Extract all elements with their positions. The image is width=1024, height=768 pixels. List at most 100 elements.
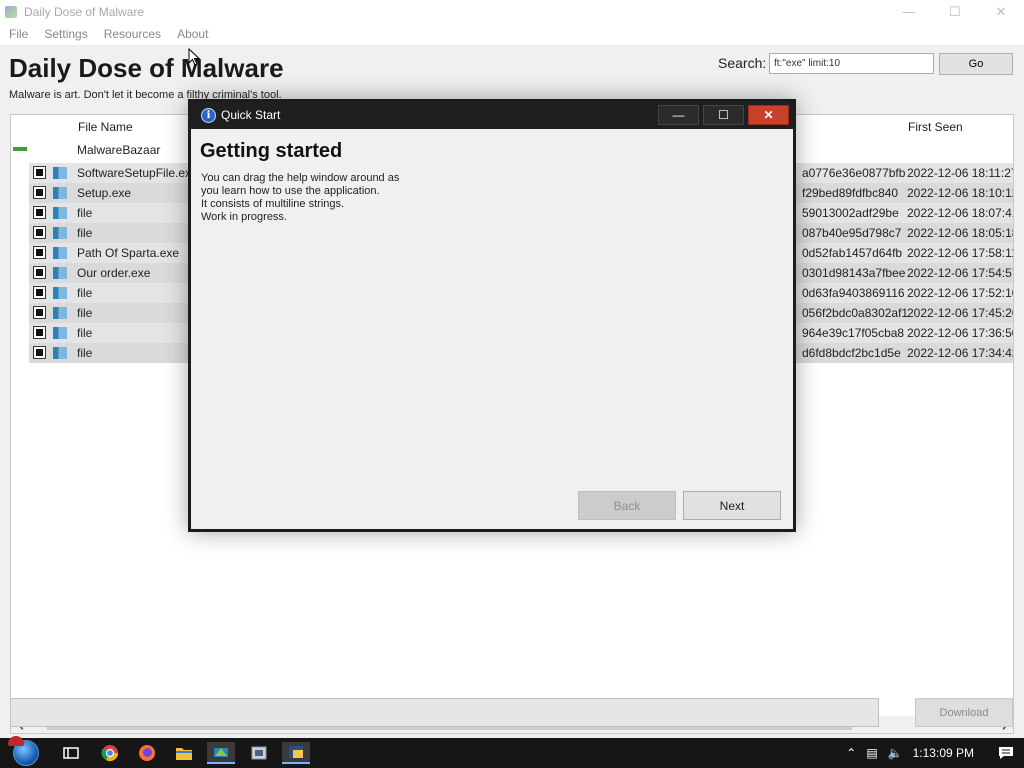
next-button[interactable]: Next bbox=[683, 491, 781, 520]
hash-cell: 0d52fab1457d64fb bbox=[802, 246, 903, 260]
network-icon[interactable]: ▤ bbox=[866, 746, 877, 760]
file-icon bbox=[53, 327, 67, 339]
file-name-cell: file bbox=[77, 206, 93, 220]
first-seen-cell: 2022-12-06 17:52:10 bbox=[907, 286, 1014, 300]
file-name-cell: file bbox=[77, 286, 93, 300]
first-seen-cell: 2022-12-06 17:34:42 bbox=[907, 346, 1014, 360]
hash-cell: 964e39c17f05cba8 bbox=[802, 326, 905, 340]
file-icon bbox=[53, 207, 67, 219]
start-button[interactable] bbox=[6, 736, 46, 768]
dialog-close-button[interactable]: ✕ bbox=[748, 105, 789, 125]
window-title: Daily Dose of Malware bbox=[24, 4, 145, 19]
progress-bar bbox=[10, 698, 879, 727]
firefox-icon[interactable] bbox=[133, 742, 161, 764]
app-icon bbox=[5, 5, 17, 18]
hash-cell: 0301d98143a7fbee bbox=[802, 266, 906, 280]
taskbar: ⌃ ▤ 🔈 1:13:09 PM bbox=[0, 736, 1024, 768]
row-checkbox[interactable] bbox=[33, 306, 46, 319]
file-name-cell: file bbox=[77, 326, 93, 340]
menu-about[interactable]: About bbox=[170, 27, 215, 41]
row-checkbox[interactable] bbox=[33, 266, 46, 279]
search-label: Search: bbox=[718, 55, 767, 71]
file-icon bbox=[53, 307, 67, 319]
first-seen-cell: 2022-12-06 17:54:57 bbox=[907, 266, 1014, 280]
santa-hat-icon bbox=[8, 736, 24, 746]
file-name-cell: SoftwareSetupFile.exe bbox=[77, 166, 189, 180]
file-name-cell: Our order.exe bbox=[77, 266, 151, 280]
info-icon: i bbox=[201, 108, 216, 123]
hash-cell: 056f2bdc0a8302af1 bbox=[802, 306, 909, 320]
column-header-file-name[interactable]: File Name bbox=[78, 115, 133, 139]
task-view-icon[interactable] bbox=[57, 742, 85, 764]
page-title: Daily Dose of Malware bbox=[9, 53, 284, 83]
first-seen-cell: 2022-12-06 17:36:50 bbox=[907, 326, 1014, 340]
dialog-body-line: you learn how to use the application. bbox=[201, 185, 380, 197]
group-label: MalwareBazaar bbox=[77, 143, 161, 157]
first-seen-cell: 2022-12-06 18:07:41 bbox=[907, 206, 1014, 220]
menu-resources[interactable]: Resources bbox=[97, 27, 168, 41]
hash-cell: 087b40e95d798c7 bbox=[802, 226, 902, 240]
chrome-icon[interactable] bbox=[96, 742, 124, 764]
dialog-body-line: Work in progress. bbox=[201, 211, 287, 223]
file-icon bbox=[53, 227, 67, 239]
row-checkbox[interactable] bbox=[33, 186, 46, 199]
first-seen-cell: 2022-12-06 18:10:12 bbox=[907, 186, 1014, 200]
minimize-button[interactable]: — bbox=[886, 0, 932, 23]
file-name-cell: file bbox=[77, 346, 93, 360]
dialog-minimize-button[interactable]: — bbox=[658, 105, 699, 125]
title-bar: Daily Dose of Malware — ☐ ✕ bbox=[0, 0, 1024, 23]
close-button[interactable]: ✕ bbox=[978, 0, 1024, 23]
column-header-first-seen[interactable]: First Seen bbox=[908, 115, 963, 139]
menu-bar: File Settings Resources About bbox=[0, 23, 1024, 45]
file-name-cell: Path Of Sparta.exe bbox=[77, 246, 180, 260]
quick-start-dialog[interactable]: i Quick Start — ☐ ✕ Getting started You … bbox=[188, 99, 796, 532]
row-checkbox[interactable] bbox=[33, 246, 46, 259]
python-icon[interactable] bbox=[282, 742, 310, 764]
go-button[interactable]: Go bbox=[939, 53, 1013, 75]
hash-cell: f29bed89fdfbc840 bbox=[802, 186, 899, 200]
hash-cell: a0776e36e0877bfb bbox=[802, 166, 906, 180]
row-checkbox[interactable] bbox=[33, 226, 46, 239]
window-controls: — ☐ ✕ bbox=[886, 0, 1024, 23]
maximize-button[interactable]: ☐ bbox=[932, 0, 978, 23]
file-explorer-icon[interactable] bbox=[170, 742, 198, 764]
volume-icon[interactable]: 🔈 bbox=[888, 746, 903, 760]
row-checkbox[interactable] bbox=[33, 206, 46, 219]
download-button[interactable]: Download bbox=[915, 698, 1013, 727]
hash-cell: d6fd8bdcf2bc1d5e bbox=[802, 346, 901, 360]
hash-cell: 59013002adf29be bbox=[802, 206, 899, 220]
file-name-cell: Setup.exe bbox=[77, 186, 132, 200]
file-icon bbox=[53, 267, 67, 279]
dialog-title-bar[interactable]: i Quick Start — ☐ ✕ bbox=[191, 102, 793, 129]
group-collapse-indicator[interactable] bbox=[13, 147, 27, 151]
back-button[interactable]: Back bbox=[578, 491, 676, 520]
malware-app-taskbar-icon[interactable] bbox=[207, 742, 235, 764]
show-hidden-icons-icon[interactable]: ⌃ bbox=[846, 746, 856, 760]
dialog-maximize-button[interactable]: ☐ bbox=[703, 105, 744, 125]
menu-settings[interactable]: Settings bbox=[37, 27, 94, 41]
file-name-cell: file bbox=[77, 226, 93, 240]
dialog-title: Quick Start bbox=[221, 108, 281, 122]
row-checkbox[interactable] bbox=[33, 286, 46, 299]
first-seen-cell: 2022-12-06 18:11:27 bbox=[907, 166, 1014, 180]
first-seen-cell: 2022-12-06 17:58:11 bbox=[907, 246, 1014, 260]
row-checkbox[interactable] bbox=[33, 326, 46, 339]
first-seen-cell: 2022-12-06 17:45:26 bbox=[907, 306, 1014, 320]
tool-app-icon[interactable] bbox=[245, 742, 273, 764]
windows-logo-icon bbox=[8, 736, 39, 766]
dialog-body: You can drag the help window around as y… bbox=[201, 172, 399, 224]
row-checkbox[interactable] bbox=[33, 166, 46, 179]
action-center-icon[interactable] bbox=[988, 738, 1024, 768]
hash-cell: 0d63fa9403869116 bbox=[802, 286, 905, 300]
system-tray: ⌃ ▤ 🔈 1:13:09 PM bbox=[846, 738, 1024, 768]
file-icon bbox=[53, 287, 67, 299]
file-name-cell: file bbox=[77, 306, 93, 320]
search-input[interactable] bbox=[769, 53, 934, 74]
dialog-body-line: It consists of multiline strings. bbox=[201, 198, 345, 210]
file-icon bbox=[53, 347, 67, 359]
file-icon bbox=[53, 187, 67, 199]
row-checkbox[interactable] bbox=[33, 346, 46, 359]
clock[interactable]: 1:13:09 PM bbox=[913, 746, 974, 760]
first-seen-cell: 2022-12-06 18:05:18 bbox=[907, 226, 1014, 240]
menu-file[interactable]: File bbox=[2, 27, 35, 41]
